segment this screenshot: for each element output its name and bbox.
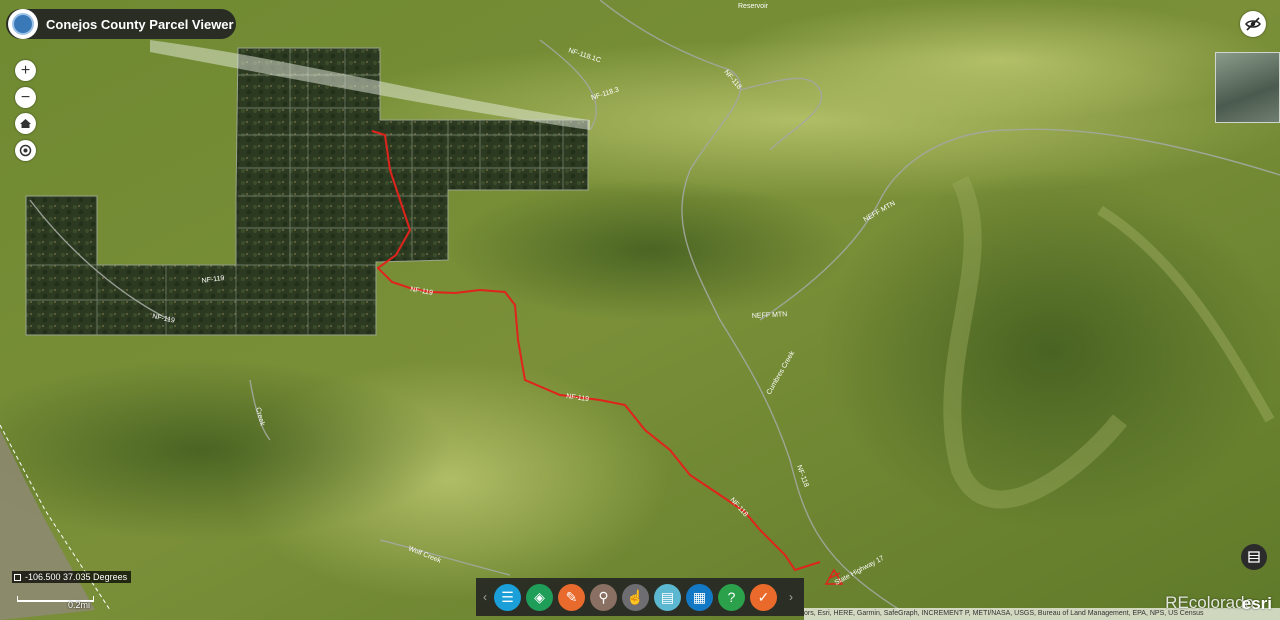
list-icon: ☰: [501, 588, 514, 605]
print-button[interactable]: ▤: [654, 583, 681, 611]
draw-icon: ✎: [565, 588, 578, 605]
info-button[interactable]: ?: [718, 583, 745, 611]
coordinate-text: -106.500 37.035 Degrees: [25, 572, 128, 582]
zoom-in-button[interactable]: +: [15, 60, 36, 81]
coordinate-readout[interactable]: -106.500 37.035 Degrees: [12, 571, 132, 583]
select-button[interactable]: ☝: [622, 583, 649, 611]
info-icon: ?: [727, 588, 736, 605]
draw-button[interactable]: ✎: [558, 583, 585, 611]
grid-icon: ▦: [692, 588, 707, 605]
terrain-haze: [720, 0, 1280, 120]
visibility-toggle-button[interactable]: [1240, 11, 1266, 37]
home-icon: [20, 119, 31, 128]
map-canvas[interactable]: Reservoir NF-118.1C NF-118.3 NF-118 NF-1…: [0, 0, 1280, 620]
grid-button[interactable]: ▦: [686, 583, 713, 611]
search-icon: ⚲: [598, 588, 609, 605]
home-button[interactable]: [15, 113, 36, 134]
search-button[interactable]: ⚲: [590, 583, 617, 611]
toolbar-prev-button[interactable]: ‹: [476, 590, 494, 604]
bottom-toolbar: ‹ ☰ ◈ ✎ ⚲ ☝ ▤ ▦ ? ✓ ›: [476, 578, 804, 616]
map-thumbnail[interactable]: [1215, 52, 1280, 123]
zoom-out-button[interactable]: −: [15, 87, 36, 108]
app-header: Conejos County Parcel Viewer: [6, 9, 236, 39]
check-icon: ✓: [757, 588, 770, 605]
watermark: REcolorado: [1165, 593, 1254, 612]
scale-label: 0.2mi: [68, 600, 91, 610]
map-label: Reservoir: [738, 3, 769, 10]
layers-icon: ◈: [534, 588, 545, 605]
locate-icon: [19, 144, 32, 157]
app-title: Conejos County Parcel Viewer: [46, 16, 234, 32]
legend-button[interactable]: [1241, 544, 1267, 570]
select-icon: ☝: [626, 588, 645, 605]
check-button[interactable]: ✓: [750, 583, 777, 611]
county-seal-icon: [8, 9, 38, 39]
list-button[interactable]: ☰: [494, 583, 521, 611]
toolbar-next-button[interactable]: ›: [782, 590, 800, 604]
layers-button[interactable]: ◈: [526, 583, 553, 611]
esri-logo: esri: [1241, 594, 1272, 613]
eye-off-icon: [1245, 17, 1261, 31]
locate-button[interactable]: [15, 140, 36, 161]
expand-icon: [14, 573, 21, 581]
table-icon: [1248, 551, 1260, 563]
print-icon: ▤: [660, 588, 675, 605]
